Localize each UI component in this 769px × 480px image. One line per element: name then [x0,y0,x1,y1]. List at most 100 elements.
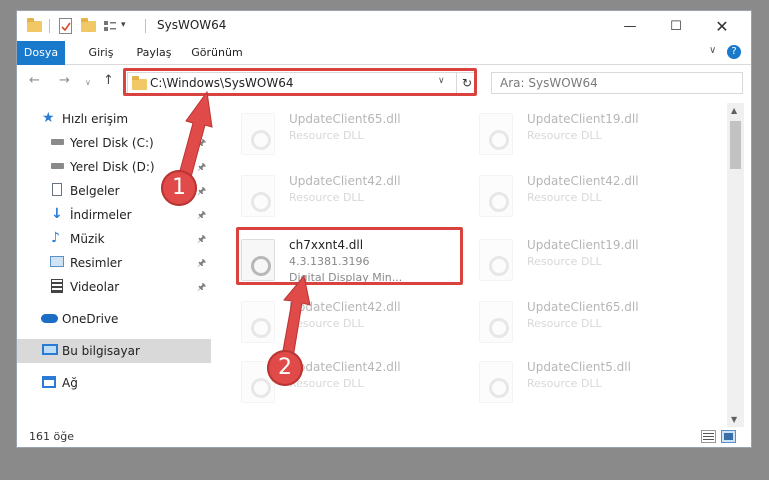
navigation-pane: ★ Hızlı erişim Yerel Disk (C:) 🖈 Yerel D… [17,103,213,423]
sidebar-item-muzik[interactable]: ♪ Müzik 🖈 [17,227,211,251]
file-item[interactable]: UpdateClient42.dll Resource DLL [241,297,461,355]
file-name: ch7xxnt4.dll [289,238,364,252]
ribbon-expand-icon[interactable]: ∨ [709,45,716,56]
file-list: UpdateClient65.dll Resource DLL UpdateCl… [217,103,727,423]
sidebar-item-belgeler[interactable]: Belgeler 🖈 [17,179,211,203]
explorer-window: ▾ SysWOW64 — ☐ ✕ Dosya Giriş Paylaş Görü… [16,10,752,448]
forward-arrow-icon[interactable]: → [59,73,70,88]
search-box[interactable]: Ara: SysWOW64 [491,72,743,94]
file-type: Resource DLL [527,377,602,390]
sidebar-item-label: Yerel Disk (C:) [70,136,154,150]
file-item[interactable]: UpdateClient19.dll Resource DLL [479,109,699,167]
status-bar: 161 öğe [17,427,751,447]
dll-file-icon [479,239,513,281]
sidebar-item-quick-access[interactable]: ★ Hızlı erişim [17,107,211,131]
tab-giris[interactable]: Giriş [81,41,121,65]
file-type: Resource DLL [527,129,602,142]
dll-file-icon [479,301,513,343]
minimize-button[interactable]: — [607,11,653,41]
file-type: Resource DLL [289,377,364,390]
pin-icon[interactable]: 🖈 [197,256,206,273]
properties-icon[interactable] [59,18,72,34]
download-icon: ↓ [51,206,63,222]
ribbon-tabs: Dosya Giriş Paylaş Görünüm ∨ ? [17,41,751,65]
file-item[interactable]: UpdateClient42.dll Resource DLL [241,357,461,415]
scroll-thumb[interactable] [730,121,741,169]
file-name: UpdateClient65.dll [289,112,401,126]
sidebar-item-label: Bu bilgisayar [62,344,140,358]
folder-icon [27,18,42,34]
file-item-ch7xxnt4[interactable]: ch7xxnt4.dll 4.3.1381.3196 Digital Displ… [241,235,461,293]
vertical-scrollbar[interactable]: ▲ ▼ [727,103,744,428]
scroll-down-icon[interactable]: ▼ [731,415,737,424]
file-type: Resource DLL [289,191,364,204]
file-type: Resource DLL [289,129,364,142]
sidebar-item-label: Hızlı erişim [62,112,129,126]
dll-file-icon [479,361,513,403]
file-item[interactable]: UpdateClient5.dll Resource DLL [479,357,699,415]
address-bar[interactable]: C:\Windows\SysWOW64 ∨ ↻ [127,72,477,94]
folder-icon [132,76,147,90]
network-icon [42,376,56,388]
file-type: Resource DLL [527,191,602,204]
file-name: UpdateClient42.dll [289,174,401,188]
tab-gorunum[interactable]: Görünüm [187,41,247,65]
pin-icon[interactable]: 🖈 [197,280,206,297]
item-count: 161 öğe [29,430,74,443]
help-icon[interactable]: ? [727,45,741,59]
dll-file-icon [241,361,275,403]
maximize-button[interactable]: ☐ [653,11,699,41]
sidebar-item-onedrive[interactable]: OneDrive [17,307,211,331]
new-folder-icon[interactable] [81,18,96,34]
sidebar-item-disk-c[interactable]: Yerel Disk (C:) 🖈 [17,131,211,155]
file-item[interactable]: UpdateClient19.dll Resource DLL [479,235,699,293]
close-button[interactable]: ✕ [699,11,745,41]
file-item[interactable]: UpdateClient65.dll Resource DLL [479,297,699,355]
file-name: UpdateClient19.dll [527,112,639,126]
customize-icon[interactable] [103,18,117,34]
navigation-bar: ← → ∨ ↑ C:\Windows\SysWOW64 ∨ ↻ Ara: Sys… [17,66,751,98]
file-name: UpdateClient42.dll [289,300,401,314]
file-description: Digital Display Min... [289,271,403,284]
up-arrow-icon[interactable]: ↑ [103,73,114,88]
star-icon: ★ [42,110,55,126]
address-dropdown-icon[interactable]: ∨ [438,76,445,86]
pin-icon[interactable]: 🖈 [197,160,206,177]
sidebar-item-videolar[interactable]: Videolar 🖈 [17,275,211,299]
details-view-icon[interactable] [701,430,716,443]
sidebar-item-bu-bilgisayar[interactable]: Bu bilgisayar [17,339,211,363]
sidebar-item-disk-d[interactable]: Yerel Disk (D:) 🖈 [17,155,211,179]
search-placeholder: Ara: SysWOW64 [500,76,598,90]
dll-file-icon [241,175,275,217]
file-item[interactable]: UpdateClient42.dll Resource DLL [479,171,699,229]
file-item[interactable]: UpdateClient65.dll Resource DLL [241,109,461,167]
sidebar-item-indirmeler[interactable]: ↓ İndirmeler 🖈 [17,203,211,227]
pin-icon[interactable]: 🖈 [197,136,206,153]
recent-dropdown-icon[interactable]: ∨ [85,78,91,87]
back-arrow-icon[interactable]: ← [29,73,40,88]
computer-icon [42,344,58,355]
sidebar-item-ag[interactable]: Ağ [17,371,211,395]
divider [145,19,146,33]
pin-icon[interactable]: 🖈 [197,184,206,201]
dll-file-icon [241,239,275,281]
pin-icon[interactable]: 🖈 [197,232,206,249]
tab-paylas[interactable]: Paylaş [129,41,179,65]
music-icon: ♪ [51,230,60,246]
refresh-button[interactable]: ↻ [456,73,477,93]
dropdown-icon[interactable]: ▾ [121,20,126,36]
file-name: UpdateClient42.dll [527,174,639,188]
file-type: Resource DLL [289,317,364,330]
video-icon [51,279,63,293]
tiles-view-icon[interactable] [721,430,736,443]
tab-dosya[interactable]: Dosya [17,41,65,65]
file-type: Resource DLL [527,255,602,268]
dll-file-icon [479,113,513,155]
pin-icon[interactable]: 🖈 [197,208,206,225]
drive-icon [51,163,64,169]
file-name: UpdateClient65.dll [527,300,639,314]
sidebar-item-label: İndirmeler [70,208,132,222]
scroll-up-icon[interactable]: ▲ [731,106,737,115]
sidebar-item-resimler[interactable]: Resimler 🖈 [17,251,211,275]
file-item[interactable]: UpdateClient42.dll Resource DLL [241,171,461,229]
